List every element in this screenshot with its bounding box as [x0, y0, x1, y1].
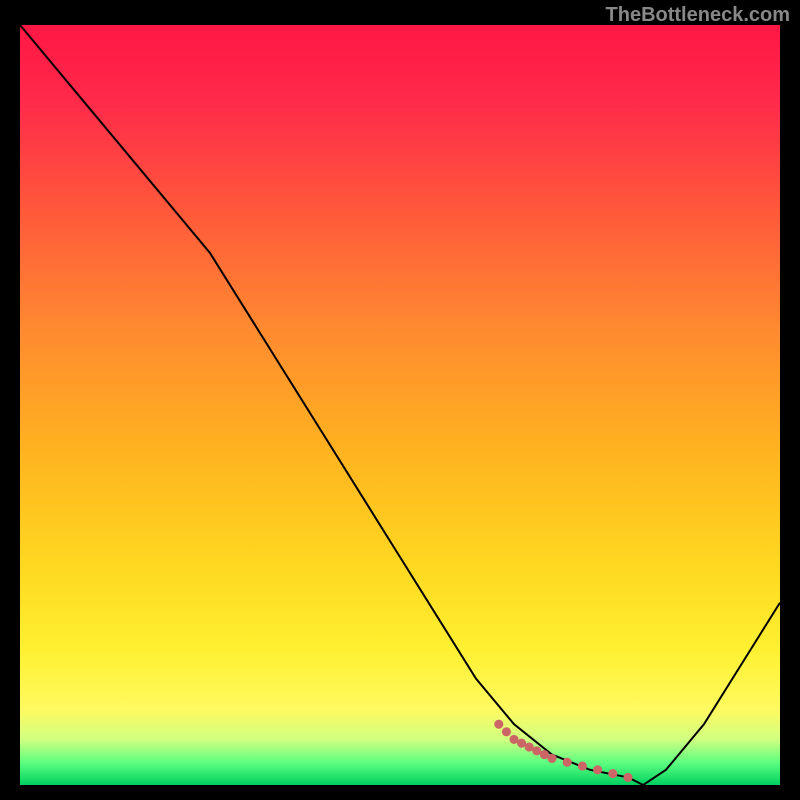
- chart-optimal-dots: [20, 25, 780, 785]
- chart-plot-area: [20, 25, 780, 785]
- watermark-text: TheBottleneck.com: [606, 4, 790, 27]
